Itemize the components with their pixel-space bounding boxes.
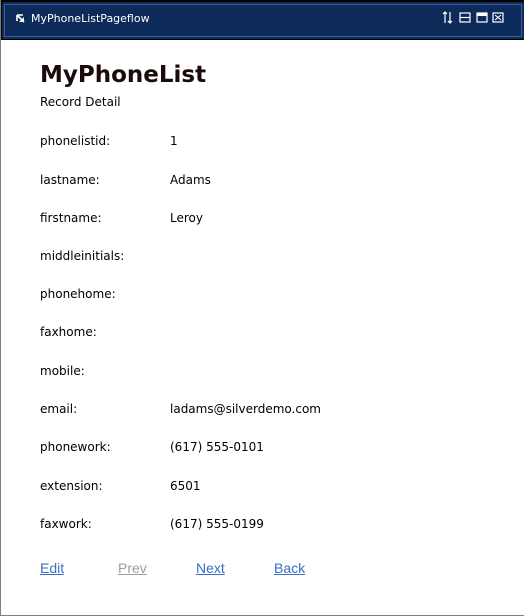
field-label: phonehome: — [40, 287, 116, 301]
portlet-window: MyPhoneListPageflow MyPhoneList Record D… — [0, 0, 524, 616]
maximize-icon[interactable] — [476, 11, 488, 24]
move-icon[interactable] — [442, 11, 454, 24]
field-label: faxwork: — [40, 517, 92, 531]
field-label: mobile: — [40, 364, 85, 378]
field-label: email: — [40, 402, 78, 416]
close-icon[interactable] — [492, 11, 504, 24]
portlet-titlebar: MyPhoneListPageflow — [1, 0, 524, 40]
edit-link[interactable]: Edit — [40, 560, 64, 576]
field-value: (617) 555-0199 — [170, 517, 264, 531]
page-subtitle: Record Detail — [40, 95, 121, 109]
field-label: phonework: — [40, 440, 111, 454]
field-value: Leroy — [170, 211, 203, 225]
field-label: faxhome: — [40, 325, 97, 339]
portlet-title: MyPhoneListPageflow — [31, 12, 150, 25]
next-link[interactable]: Next — [196, 560, 225, 576]
field-value: ladams@silverdemo.com — [170, 402, 321, 416]
field-value: Adams — [170, 173, 211, 187]
collapse-arrow-icon[interactable] — [15, 12, 27, 24]
field-label: middleinitials: — [40, 249, 125, 263]
field-value: 1 — [170, 134, 178, 148]
field-label: firstname: — [40, 211, 102, 225]
prev-link[interactable]: Prev — [118, 560, 147, 576]
field-label: extension: — [40, 479, 103, 493]
field-value: 6501 — [170, 479, 201, 493]
field-label: lastname: — [40, 173, 100, 187]
page-title: MyPhoneList — [40, 62, 207, 88]
back-link[interactable]: Back — [274, 560, 305, 576]
field-value: (617) 555-0101 — [170, 440, 264, 454]
minimize-icon[interactable] — [459, 11, 471, 24]
field-label: phonelistid: — [40, 134, 111, 148]
